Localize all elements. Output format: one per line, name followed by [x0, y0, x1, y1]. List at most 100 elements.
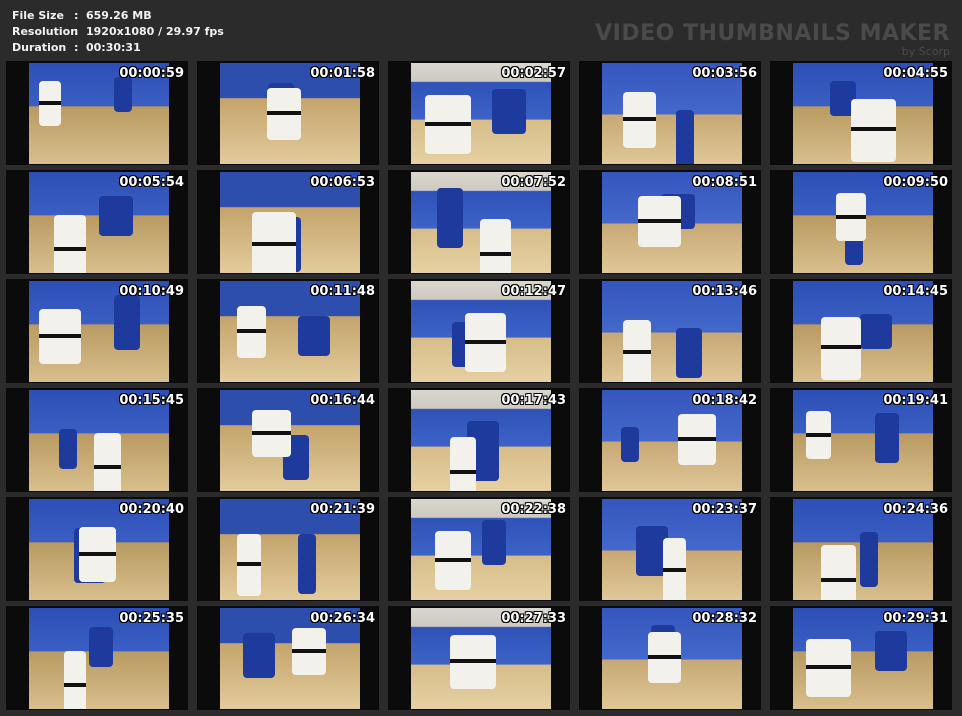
white-gi-figure — [623, 320, 651, 382]
thumbnail[interactable]: 00:22:38 — [388, 497, 570, 601]
timestamp-label: 00:27:33 — [501, 611, 566, 626]
black-belt — [836, 214, 866, 219]
black-belt — [648, 654, 681, 659]
resolution-value: 1920x1080 / 29.97 fps — [86, 25, 224, 38]
blue-gi-figure — [676, 110, 694, 164]
white-gi-figure — [663, 538, 686, 600]
timestamp-label: 00:15:45 — [119, 393, 184, 408]
thumbnail[interactable]: 00:13:46 — [579, 279, 761, 383]
separator: : — [74, 41, 79, 54]
black-belt — [480, 252, 511, 257]
thumbnail[interactable]: 00:16:44 — [197, 388, 379, 492]
blue-gi-figure — [875, 413, 899, 463]
black-belt — [465, 339, 506, 344]
blue-gi-figure — [243, 633, 275, 678]
blue-gi-figure — [89, 627, 113, 667]
white-gi-figure — [450, 635, 496, 689]
file-size-row: File Size : 659.26 MB — [12, 8, 224, 24]
blue-gi-figure — [482, 520, 506, 565]
black-belt — [663, 567, 686, 572]
timestamp-label: 00:18:42 — [692, 393, 757, 408]
blue-gi-figure — [114, 295, 140, 350]
thumbnail[interactable]: 00:19:41 — [770, 388, 952, 492]
thumbnail[interactable]: 00:15:45 — [6, 388, 188, 492]
blue-gi-figure — [298, 534, 316, 594]
white-gi-figure — [237, 306, 266, 358]
timestamp-label: 00:17:43 — [501, 393, 566, 408]
thumbnail[interactable]: 00:28:32 — [579, 606, 761, 710]
thumbnail[interactable]: 00:23:37 — [579, 497, 761, 601]
blue-gi-figure — [437, 188, 463, 248]
white-gi-figure — [623, 92, 656, 148]
blue-gi-figure — [99, 196, 133, 236]
timestamp-label: 00:07:52 — [501, 175, 566, 190]
black-belt — [678, 436, 716, 441]
white-gi-figure — [252, 410, 291, 457]
thumbnail[interactable]: 00:10:49 — [6, 279, 188, 383]
white-gi-figure — [425, 95, 471, 154]
thumbnail[interactable]: 00:11:48 — [197, 279, 379, 383]
black-belt — [435, 557, 471, 562]
thumbnail[interactable]: 00:00:59 — [6, 61, 188, 165]
brand-watermark: VIDEO THUMBNAILS MAKER by Scorp — [595, 22, 950, 58]
white-gi-figure — [292, 628, 326, 675]
white-gi-figure — [252, 212, 296, 273]
black-belt — [237, 329, 266, 334]
thumbnail[interactable]: 00:12:47 — [388, 279, 570, 383]
thumbnail[interactable]: 00:17:43 — [388, 388, 570, 492]
timestamp-label: 00:14:45 — [883, 284, 948, 299]
white-gi-figure — [678, 414, 716, 465]
thumbnail[interactable]: 00:29:31 — [770, 606, 952, 710]
thumbnail[interactable]: 00:02:57 — [388, 61, 570, 165]
resolution-row: Resolution : 1920x1080 / 29.97 fps — [12, 24, 224, 40]
thumbnail[interactable]: 00:04:55 — [770, 61, 952, 165]
thumbnail[interactable]: 00:20:40 — [6, 497, 188, 601]
thumbnail[interactable]: 00:03:56 — [579, 61, 761, 165]
white-gi-figure — [836, 193, 866, 241]
file-info-panel: File Size : 659.26 MB Resolution : 1920x… — [12, 8, 224, 56]
timestamp-label: 00:21:39 — [310, 502, 375, 517]
thumbnail[interactable]: 00:24:36 — [770, 497, 952, 601]
thumbnail[interactable]: 00:01:58 — [197, 61, 379, 165]
file-size-label: File Size — [12, 9, 64, 22]
thumbnail[interactable]: 00:26:34 — [197, 606, 379, 710]
timestamp-label: 00:02:57 — [501, 66, 566, 81]
black-belt — [821, 345, 861, 350]
timestamp-label: 00:04:55 — [883, 66, 948, 81]
white-gi-figure — [64, 651, 86, 709]
thumbnail[interactable]: 00:06:53 — [197, 170, 379, 274]
timestamp-label: 00:28:32 — [692, 611, 757, 626]
blue-gi-figure — [860, 314, 892, 349]
white-gi-figure — [435, 531, 471, 590]
thumbnail[interactable]: 00:07:52 — [388, 170, 570, 274]
black-belt — [292, 649, 326, 654]
timestamp-label: 00:03:56 — [692, 66, 757, 81]
timestamp-label: 00:24:36 — [883, 502, 948, 517]
separator: : — [74, 9, 79, 22]
white-gi-figure — [237, 534, 261, 596]
thumbnail-grid: 00:00:59 00:01:58 00:02:57 00:03:56 00:04:55… — [6, 61, 952, 710]
timestamp-label: 00:06:53 — [310, 175, 375, 190]
black-belt — [806, 432, 831, 437]
thumbnail[interactable]: 00:08:51 — [579, 170, 761, 274]
black-belt — [54, 246, 86, 251]
thumbnail[interactable]: 00:27:33 — [388, 606, 570, 710]
white-gi-figure — [851, 99, 896, 162]
blue-gi-figure — [621, 427, 639, 462]
thumbnail[interactable]: 00:09:50 — [770, 170, 952, 274]
white-gi-figure — [806, 411, 831, 459]
thumbnail[interactable]: 00:25:35 — [6, 606, 188, 710]
white-gi-figure — [54, 215, 86, 273]
black-belt — [267, 111, 301, 116]
thumbnail[interactable]: 00:05:54 — [6, 170, 188, 274]
duration-row: Duration : 00:30:31 — [12, 40, 224, 56]
black-belt — [39, 333, 81, 338]
thumbnail[interactable]: 00:21:39 — [197, 497, 379, 601]
timestamp-label: 00:05:54 — [119, 175, 184, 190]
black-belt — [39, 101, 61, 106]
black-belt — [237, 561, 261, 566]
white-gi-figure — [806, 639, 851, 697]
thumbnail[interactable]: 00:18:42 — [579, 388, 761, 492]
thumbnail[interactable]: 00:14:45 — [770, 279, 952, 383]
white-gi-figure — [648, 632, 681, 683]
